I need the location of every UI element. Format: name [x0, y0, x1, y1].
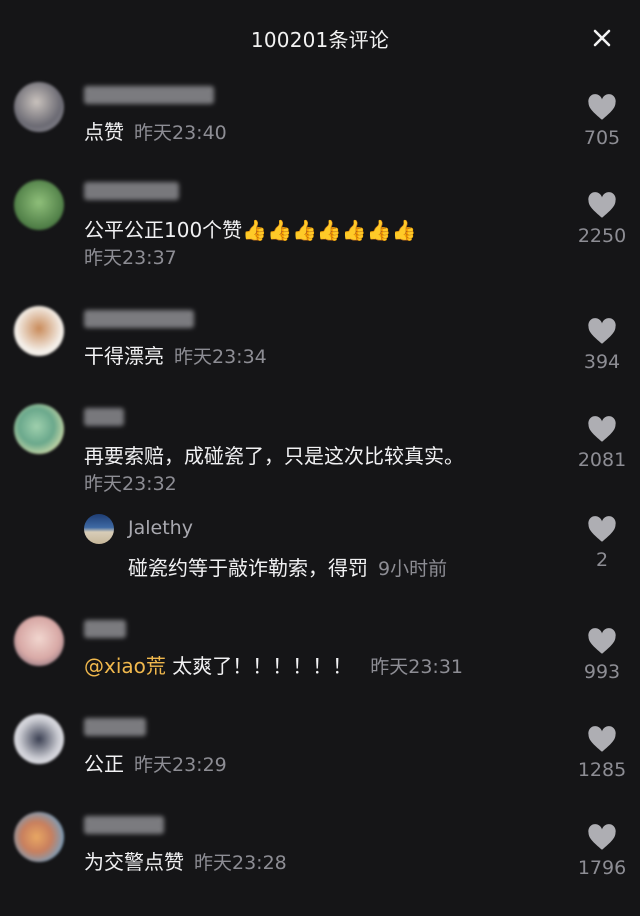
comment-time: 昨天23:32	[84, 473, 177, 495]
comment-panel-header: 100201条评论	[0, 0, 640, 78]
username-blurred[interactable]	[84, 718, 146, 736]
reply-time: 9小时前	[378, 558, 448, 580]
comment-text: 为交警点赞 昨天23:28	[84, 850, 287, 874]
avatar[interactable]	[14, 404, 64, 454]
heart-icon	[588, 824, 616, 850]
like-button[interactable]: 1285	[570, 726, 634, 781]
avatar[interactable]	[14, 616, 64, 666]
username-blurred[interactable]	[84, 182, 179, 200]
comment-time: 昨天23:40	[134, 122, 227, 144]
avatar[interactable]	[14, 82, 64, 132]
heart-icon	[588, 726, 616, 752]
comment-time: 昨天23:37	[84, 247, 177, 269]
close-icon[interactable]	[590, 26, 614, 50]
comment-text: 公平公正100个赞👍👍👍👍👍👍👍	[84, 218, 417, 242]
comment-time: 昨天23:34	[174, 346, 267, 368]
mention-link[interactable]: @xiao荒	[84, 654, 166, 678]
comment-text: 干得漂亮 昨天23:34	[84, 344, 267, 368]
like-count: 2081	[577, 449, 627, 471]
like-button[interactable]: 2250	[570, 192, 634, 247]
comment-text: 点赞 昨天23:40	[84, 120, 227, 144]
comment-time: 昨天23:28	[194, 852, 287, 874]
like-count: 993	[583, 661, 621, 683]
like-count: 1796	[577, 857, 627, 879]
like-button[interactable]: 2	[570, 516, 634, 571]
reply-username[interactable]: Jalethy	[128, 517, 193, 539]
avatar[interactable]	[84, 514, 114, 544]
heart-icon	[588, 628, 616, 654]
like-count: 705	[583, 127, 621, 149]
comment-count-title: 100201条评论	[250, 28, 390, 52]
like-button[interactable]: 2081	[570, 416, 634, 471]
username-blurred[interactable]	[84, 86, 214, 104]
comment-time: 昨天23:29	[134, 754, 227, 776]
username-blurred[interactable]	[84, 408, 124, 426]
comment-text: @xiao荒 太爽了！！！！！！ 昨天23:31	[84, 654, 464, 678]
comment-time: 昨天23:31	[370, 656, 464, 678]
avatar[interactable]	[14, 180, 64, 230]
heart-icon	[588, 318, 616, 344]
heart-icon	[588, 516, 616, 542]
like-button[interactable]: 394	[570, 318, 634, 373]
like-count: 2	[595, 549, 609, 571]
like-button[interactable]: 1796	[570, 824, 634, 879]
reply-text: 碰瓷约等于敲诈勒索，得罚 9小时前	[128, 556, 448, 580]
avatar[interactable]	[14, 714, 64, 764]
comment-text: 再要索赔，成碰瓷了，只是这次比较真实。	[84, 444, 464, 468]
like-count: 1285	[577, 759, 627, 781]
avatar[interactable]	[14, 812, 64, 862]
like-count: 394	[583, 351, 621, 373]
like-button[interactable]: 705	[570, 94, 634, 149]
like-button[interactable]: 993	[570, 628, 634, 683]
username-blurred[interactable]	[84, 816, 164, 834]
heart-icon	[588, 416, 616, 442]
username-blurred[interactable]	[84, 310, 194, 328]
username-blurred[interactable]	[84, 620, 126, 638]
heart-icon	[588, 94, 616, 120]
heart-icon	[588, 192, 616, 218]
avatar[interactable]	[14, 306, 64, 356]
like-count: 2250	[577, 225, 627, 247]
comment-text: 公正 昨天23:29	[84, 752, 227, 776]
